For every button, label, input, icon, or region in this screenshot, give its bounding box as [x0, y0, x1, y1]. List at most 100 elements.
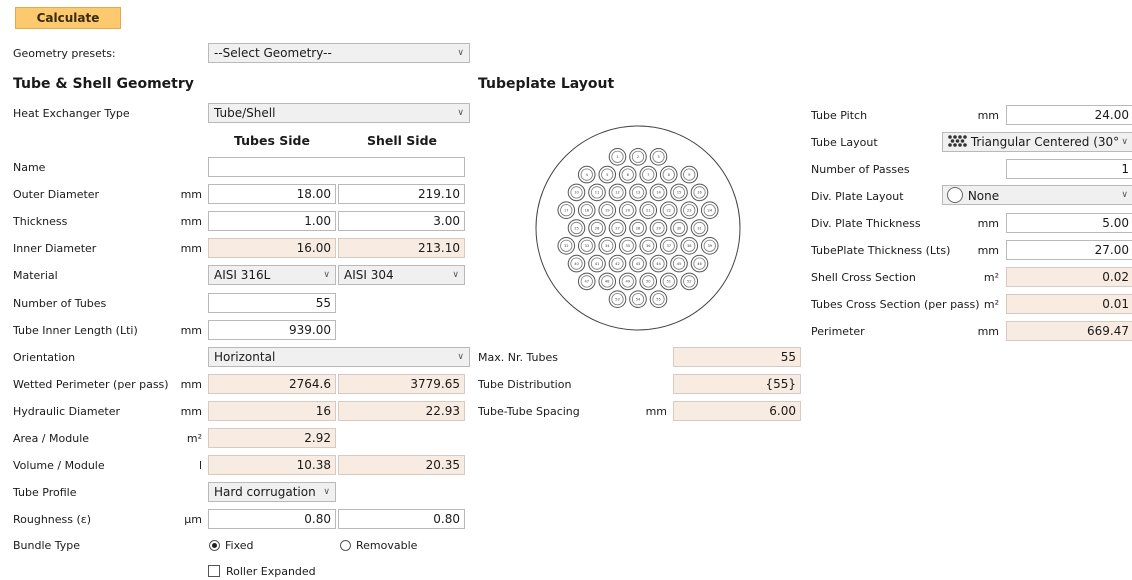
tube-number-label: 23: [687, 209, 692, 213]
max-nr-tubes-value: 55: [673, 347, 801, 367]
thickness-unit: mm: [180, 215, 202, 228]
geometry-presets-select[interactable]: --Select Geometry-- ∨: [208, 43, 470, 63]
thickness-tubes-input[interactable]: 1.00: [208, 211, 336, 231]
bundle-removable-radio[interactable]: [340, 540, 351, 551]
shell-cross-section-unit: m²: [983, 271, 999, 284]
chevron-down-icon: ∨: [1121, 190, 1128, 200]
tubes-side-header: Tubes Side: [234, 133, 310, 148]
number-of-tubes-label: Number of Tubes: [13, 297, 107, 310]
tube-layout-select[interactable]: Triangular Centered (30°) ∨: [942, 132, 1132, 152]
roller-expanded-label: Roller Expanded: [226, 565, 316, 578]
roughness-tubes-input[interactable]: 0.80: [208, 509, 336, 529]
number-of-tubes-input[interactable]: 55: [208, 293, 336, 313]
tube-spacing-label: Tube-Tube Spacing: [478, 405, 580, 418]
outer-diameter-label: Outer Diameter: [13, 188, 100, 201]
tube-number-label: 51: [666, 280, 671, 284]
hydraulic-diameter-label: Hydraulic Diameter: [13, 405, 121, 418]
material-label: Material: [13, 269, 58, 282]
area-module-unit: m²: [186, 432, 202, 445]
orientation-label: Orientation: [13, 351, 76, 364]
wetted-perimeter-shell-value: 3779.65: [338, 374, 465, 394]
max-nr-tubes-label: Max. Nr. Tubes: [478, 351, 558, 364]
thickness-label: Thickness: [13, 215, 68, 228]
area-module-value: 2.92: [208, 428, 336, 448]
tube-number-label: 30: [677, 226, 682, 230]
tube-number-label: 39: [707, 244, 712, 248]
tube-number-label: 37: [666, 244, 671, 248]
tube-distribution-value: {55}: [673, 374, 801, 394]
number-of-passes-input[interactable]: 1: [1006, 159, 1132, 179]
calculate-button[interactable]: Calculate: [15, 7, 121, 29]
tube-number-label: 53: [615, 298, 620, 302]
thickness-shell-input[interactable]: 3.00: [338, 211, 465, 231]
tube-number-label: 35: [625, 244, 630, 248]
name-label: Name: [13, 161, 46, 174]
tubeplate-thickness-input[interactable]: 27.00: [1006, 240, 1132, 260]
tubeplate-thickness-unit: mm: [977, 244, 999, 257]
perimeter-unit: mm: [977, 325, 999, 338]
tube-spacing-unit: mm: [645, 405, 667, 418]
wetted-perimeter-label: Wetted Perimeter (per pass): [13, 378, 169, 391]
bundle-fixed-label: Fixed: [225, 539, 254, 552]
div-plate-layout-select[interactable]: None ∨: [942, 185, 1132, 205]
tube-number-label: 44: [656, 262, 661, 266]
tubeplate-diagram: 1 2 34 5 6 7 8 910 11 12 13 14 15 1617 18 19 20 21 22 23 242…: [535, 125, 741, 331]
hydraulic-diameter-shell-value: 22.93: [338, 401, 465, 421]
tube-number-label: 25: [574, 226, 579, 230]
volume-module-shell-value: 20.35: [338, 455, 465, 475]
tube-number-label: 42: [615, 262, 620, 266]
name-input[interactable]: [208, 157, 465, 177]
tube-number-label: 22: [666, 209, 671, 213]
tube-number-label: 24: [707, 209, 712, 213]
volume-module-unit: l: [198, 459, 202, 472]
tube-number-label: 14: [656, 191, 661, 195]
tube-number-label: 43: [636, 262, 641, 266]
circle-icon: [947, 187, 963, 203]
bundle-fixed-radio[interactable]: [209, 540, 220, 551]
tubes-cross-section-unit: m²: [983, 298, 999, 311]
hx-type-label: Heat Exchanger Type: [13, 107, 130, 120]
tube-number-label: 31: [697, 226, 702, 230]
bundle-removable-label: Removable: [356, 539, 418, 552]
tube-number-label: 1: [616, 155, 618, 159]
tube-number-label: 45: [677, 262, 682, 266]
tube-number-label: 18: [584, 209, 589, 213]
roller-expanded-checkbox[interactable]: [208, 565, 220, 577]
tube-inner-length-input[interactable]: 939.00: [208, 320, 336, 340]
tube-profile-select[interactable]: Hard corrugation ∨: [208, 482, 336, 502]
tube-number-label: 17: [564, 209, 569, 213]
material-shell-select[interactable]: AISI 304 ∨: [338, 265, 465, 285]
tube-pitch-input[interactable]: 24.00: [1006, 105, 1132, 125]
div-plate-thickness-input[interactable]: 5.00: [1006, 213, 1132, 233]
outer-diameter-shell-input[interactable]: 219.10: [338, 184, 465, 204]
triangular-layout-icon: [948, 135, 967, 147]
orientation-select[interactable]: Horizontal ∨: [208, 347, 470, 367]
tube-number-label: 29: [656, 226, 661, 230]
outer-diameter-tubes-input[interactable]: 18.00: [208, 184, 336, 204]
div-plate-thickness-unit: mm: [977, 217, 999, 230]
tube-inner-length-label: Tube Inner Length (Lti): [13, 324, 138, 337]
tube-layout-label: Tube Layout: [811, 136, 878, 149]
material-tubes-select[interactable]: AISI 316L ∨: [208, 265, 336, 285]
tube-number-label: 11: [595, 191, 600, 195]
number-of-passes-label: Number of Passes: [811, 163, 910, 176]
tube-number-label: 33: [584, 244, 589, 248]
tube-number-label: 13: [636, 191, 641, 195]
hx-type-select[interactable]: Tube/Shell ∨: [208, 103, 470, 123]
roughness-label: Roughness (ε): [13, 513, 92, 526]
tubeplate-thickness-label: TubePlate Thickness (Lts): [811, 244, 951, 257]
chevron-down-icon: ∨: [1119, 133, 1128, 151]
wetted-perimeter-tubes-value: 2764.6: [208, 374, 336, 394]
tube-shell-header: Tube & Shell Geometry: [13, 76, 194, 92]
tube-inner-length-unit: mm: [180, 324, 202, 337]
perimeter-value: 669.47: [1006, 321, 1132, 341]
roughness-unit: µm: [184, 513, 202, 526]
tube-number-label: 27: [615, 226, 620, 230]
tube-number-label: 12: [615, 191, 620, 195]
chevron-down-icon: ∨: [457, 352, 464, 362]
tube-number-label: 15: [677, 191, 682, 195]
roughness-shell-input[interactable]: 0.80: [338, 509, 465, 529]
tube-number-label: 7: [647, 173, 649, 177]
tube-number-label: 5: [606, 173, 608, 177]
tube-pitch-label: Tube Pitch: [811, 109, 868, 122]
